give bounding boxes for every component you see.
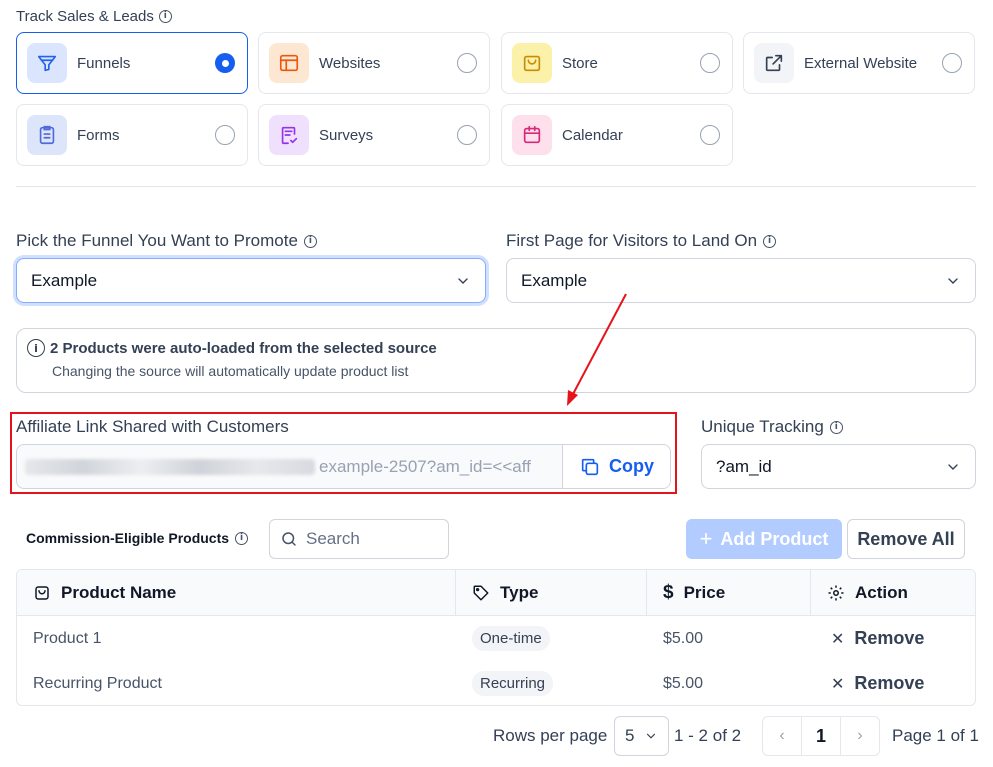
radio-selected[interactable]	[215, 53, 235, 73]
chevron-down-icon	[948, 463, 958, 470]
source-card-store[interactable]: Store	[501, 32, 733, 94]
auto-load-notice: i 2 Products were auto-loaded from the s…	[16, 328, 976, 393]
track-section-title: Track Sales & Leads i	[16, 8, 172, 25]
column-header-product-name[interactable]: Product Name	[17, 570, 456, 615]
gear-icon	[828, 585, 844, 600]
current-page-button[interactable]: 1	[801, 717, 841, 755]
remove-product-button[interactable]: ✕ Remove	[831, 628, 924, 649]
tag-icon	[473, 585, 489, 600]
survey-icon	[269, 115, 309, 155]
funnel-select-label: Pick the Funnel You Want to Promote i	[16, 231, 317, 251]
source-card-surveys[interactable]: Surveys	[258, 104, 490, 166]
calendar-icon	[512, 115, 552, 155]
remove-all-button[interactable]: Remove All	[847, 519, 965, 559]
source-card-websites[interactable]: Websites	[258, 32, 490, 94]
rows-per-page-label: Rows per page	[493, 726, 608, 745]
column-header-type[interactable]: Type	[456, 570, 647, 615]
unique-tracking-label: Unique Tracking i	[701, 417, 843, 437]
highlight-box	[10, 412, 677, 494]
funnel-select[interactable]: Example	[16, 258, 486, 303]
chevron-right-icon: ›	[857, 727, 863, 744]
page-of-label: Page 1 of 1	[892, 726, 979, 745]
radio[interactable]	[700, 53, 720, 73]
source-card-external-website[interactable]: External Website	[743, 32, 975, 94]
info-icon[interactable]: i	[829, 420, 843, 434]
source-label: Store	[562, 54, 598, 72]
source-label: Forms	[77, 126, 120, 144]
product-name: Recurring Product	[33, 674, 162, 692]
clipboard-icon	[27, 115, 67, 155]
prev-page-button[interactable]: ‹	[763, 717, 801, 755]
shopping-bag-icon	[35, 585, 49, 600]
table-row: Product 1 One-time $5.00 ✕ Remove	[17, 616, 975, 661]
source-card-calendar[interactable]: Calendar	[501, 104, 733, 166]
type-badge: One-time	[472, 626, 550, 651]
chevron-down-icon	[458, 277, 468, 284]
radio[interactable]	[457, 125, 477, 145]
notice-subtitle: Changing the source will automatically u…	[52, 363, 409, 379]
chevron-down-icon	[948, 277, 958, 284]
radio[interactable]	[942, 53, 962, 73]
landing-page-select[interactable]: Example	[506, 258, 976, 303]
chevron-down-icon	[646, 733, 656, 739]
remove-product-button[interactable]: ✕ Remove	[831, 673, 924, 694]
radio[interactable]	[457, 53, 477, 73]
external-link-icon	[754, 43, 794, 83]
column-header-price[interactable]: $ Price	[647, 570, 811, 615]
info-icon: i	[27, 339, 45, 357]
table-header: Product Name Type $ Price Action	[17, 570, 975, 616]
source-label: Funnels	[77, 54, 131, 72]
product-search-input[interactable]: Search	[269, 519, 449, 559]
info-icon[interactable]: i	[303, 234, 317, 248]
unique-tracking-select[interactable]: ?am_id	[701, 444, 976, 489]
info-icon[interactable]: i	[763, 234, 777, 248]
rows-per-page-select[interactable]: 5	[614, 716, 669, 756]
radio[interactable]	[700, 125, 720, 145]
source-label: Websites	[319, 54, 381, 72]
products-title: Commission-Eligible Products i	[26, 530, 249, 546]
product-name: Product 1	[33, 629, 102, 647]
pagination-range: 1 - 2 of 2	[674, 726, 742, 745]
product-price: $5.00	[663, 674, 704, 692]
close-icon: ✕	[831, 630, 845, 648]
search-icon	[282, 532, 296, 546]
info-icon[interactable]: i	[235, 531, 249, 545]
source-card-forms[interactable]: Forms	[16, 104, 248, 166]
next-page-button[interactable]: ›	[841, 717, 879, 755]
products-table: Product Name Type $ Price Action Product…	[16, 569, 976, 706]
search-placeholder: Search	[306, 529, 360, 548]
column-header-action: Action	[811, 570, 975, 615]
info-icon[interactable]: i	[158, 10, 172, 23]
radio[interactable]	[215, 125, 235, 145]
dollar-icon: $	[663, 581, 674, 603]
divider	[16, 186, 976, 187]
website-layout-icon	[269, 43, 309, 83]
table-row: Recurring Product Recurring $5.00 ✕ Remo…	[17, 661, 975, 705]
chevron-left-icon: ‹	[779, 727, 785, 744]
add-product-button[interactable]: + Add Product	[686, 519, 842, 559]
shopping-bag-icon	[512, 43, 552, 83]
type-badge: Recurring	[472, 671, 554, 696]
plus-icon: +	[699, 526, 713, 551]
source-card-funnels[interactable]: Funnels	[16, 32, 248, 94]
pagination-nav: ‹ 1 ›	[762, 716, 880, 756]
landing-select-label: First Page for Visitors to Land On i	[506, 231, 777, 251]
product-price: $5.00	[663, 629, 704, 647]
close-icon: ✕	[831, 675, 845, 693]
source-label: Surveys	[319, 126, 374, 144]
source-label: External Website	[804, 54, 918, 72]
source-label: Calendar	[562, 126, 623, 144]
funnel-icon	[27, 43, 67, 83]
